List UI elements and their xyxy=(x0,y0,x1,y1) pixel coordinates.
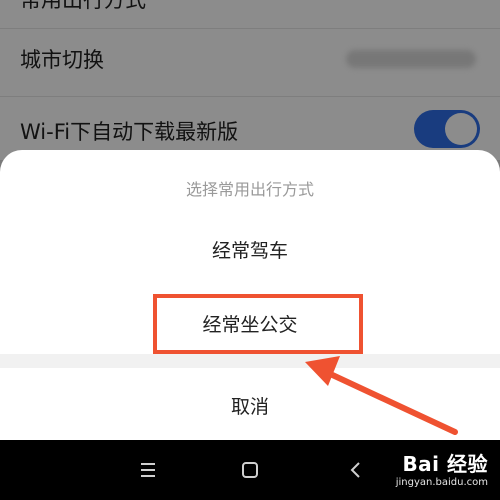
sheet-title: 选择常用出行方式 xyxy=(185,180,314,199)
sheet-separator xyxy=(0,354,500,368)
menu-icon[interactable] xyxy=(136,458,160,482)
option-often-drive[interactable]: 经常驾车 xyxy=(0,236,500,263)
home-icon[interactable] xyxy=(238,458,262,482)
annotation-highlight-box xyxy=(153,294,363,354)
watermark-url: jingyan.baidu.com xyxy=(395,477,488,488)
back-icon[interactable] xyxy=(344,458,368,482)
modal-scrim[interactable] xyxy=(0,0,500,160)
cancel-button[interactable]: 取消 xyxy=(0,392,500,419)
baidu-jingyan-watermark: Bai 经验 jingyan.baidu.com xyxy=(396,448,488,488)
watermark-logo: Bai 经验 xyxy=(402,452,488,476)
system-navigation-bar: Bai 经验 jingyan.baidu.com xyxy=(0,440,500,500)
